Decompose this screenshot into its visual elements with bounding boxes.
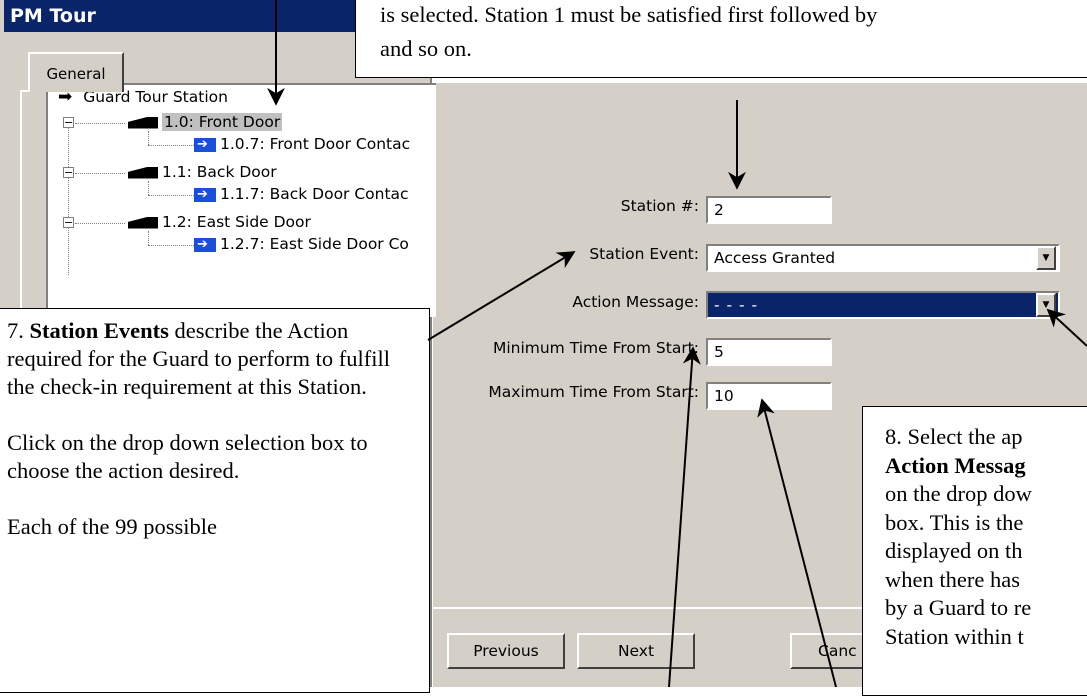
min-time-label: Minimum Time From Start:	[492, 339, 699, 357]
max-time-label: Maximum Time From Start:	[488, 383, 699, 401]
action-message-label: Action Message:	[572, 293, 699, 311]
previous-button-label: Previous	[473, 642, 539, 660]
previous-button[interactable]: Previous	[447, 633, 565, 669]
tree-input-back-door-contact[interactable]: 1.1.7: Back Door Contac	[194, 183, 409, 206]
tree-input-front-door-contact[interactable]: 1.0.7: Front Door Contac	[194, 133, 411, 156]
station-tree[interactable]: ➡ Guard Tour Station − 1.0: Front Door 1…	[46, 83, 436, 317]
next-button[interactable]: Next	[577, 633, 695, 669]
callout-8-line1: 8. Select the ap	[885, 424, 1023, 449]
tree-input-label: 1.2.7: East Side Door Co	[220, 235, 409, 253]
tree-station-east-side-door[interactable]: 1.2: East Side Door	[128, 211, 311, 233]
collapse-icon[interactable]: −	[63, 217, 74, 228]
collapse-icon[interactable]: −	[63, 117, 74, 128]
max-time-input[interactable]: 10	[706, 382, 832, 410]
callout-8-bold: Action Messag	[885, 452, 1026, 478]
tree-input-label: 1.0.7: Front Door Contac	[220, 135, 411, 153]
chevron-down-icon[interactable]: ▼	[1036, 246, 1056, 270]
station-event-label: Station Event:	[589, 245, 699, 263]
min-time-input[interactable]: 5	[706, 338, 832, 366]
callout-top-line2: and so on.	[380, 36, 472, 61]
input-point-icon	[194, 134, 216, 156]
tree-station-front-door[interactable]: 1.0: Front Door	[128, 111, 283, 133]
station-number-input[interactable]: 2	[706, 196, 832, 224]
door-icon	[128, 166, 158, 179]
station-number-label: Station #:	[620, 197, 699, 215]
action-message-value: - - - -	[714, 296, 759, 314]
collapse-icon[interactable]: −	[63, 167, 74, 178]
tree-station-label: 1.1: Back Door	[162, 163, 277, 181]
callout-7-bold: Station Events	[29, 318, 169, 343]
tree-input-label: 1.1.7: Back Door Contac	[220, 185, 409, 203]
tree-station-label: 1.0: Front Door	[162, 113, 283, 131]
callout-7-paragraph3: Each of the 99 possible	[7, 514, 217, 539]
callout-7-number: 7.	[7, 318, 24, 343]
station-event-value: Access Granted	[714, 249, 836, 267]
tree-station-back-door[interactable]: 1.1: Back Door	[128, 161, 277, 183]
input-point-icon	[194, 184, 216, 206]
tab-general[interactable]: General	[28, 52, 124, 92]
station-event-select[interactable]: Access Granted	[706, 244, 1060, 272]
callout-station-order: is selected. Station 1 must be satisfied…	[355, 0, 1087, 78]
tree-input-east-side-door-contact[interactable]: 1.2.7: East Side Door Co	[194, 233, 409, 256]
callout-station-events: 7. Station Events describe the Action re…	[0, 308, 430, 693]
input-point-icon	[194, 234, 216, 256]
callout-8-line3: on the drop dow	[885, 481, 1032, 506]
door-icon	[128, 216, 158, 229]
callout-8-line8: Station within t	[885, 623, 1024, 649]
callout-top-line1: is selected. Station 1 must be satisfied…	[380, 2, 878, 27]
cancel-button-label: Canc	[818, 642, 857, 660]
callout-action-message: 8. Select the ap Action Messag on the dr…	[862, 406, 1087, 696]
door-icon	[128, 116, 158, 129]
chevron-down-icon[interactable]: ▼	[1036, 293, 1056, 317]
callout-8-line6: when there has	[885, 566, 1020, 592]
callout-7-paragraph2: Click on the drop down selection box to …	[7, 430, 368, 483]
callout-8-line7: by a Guard to re	[885, 595, 1032, 620]
callout-8-line4: box. This is the	[885, 509, 1024, 535]
action-message-select[interactable]: - - - -	[706, 291, 1060, 319]
next-button-label: Next	[617, 642, 655, 660]
callout-8-line5: displayed on th	[885, 538, 1023, 563]
tree-station-label: 1.2: East Side Door	[162, 213, 311, 231]
